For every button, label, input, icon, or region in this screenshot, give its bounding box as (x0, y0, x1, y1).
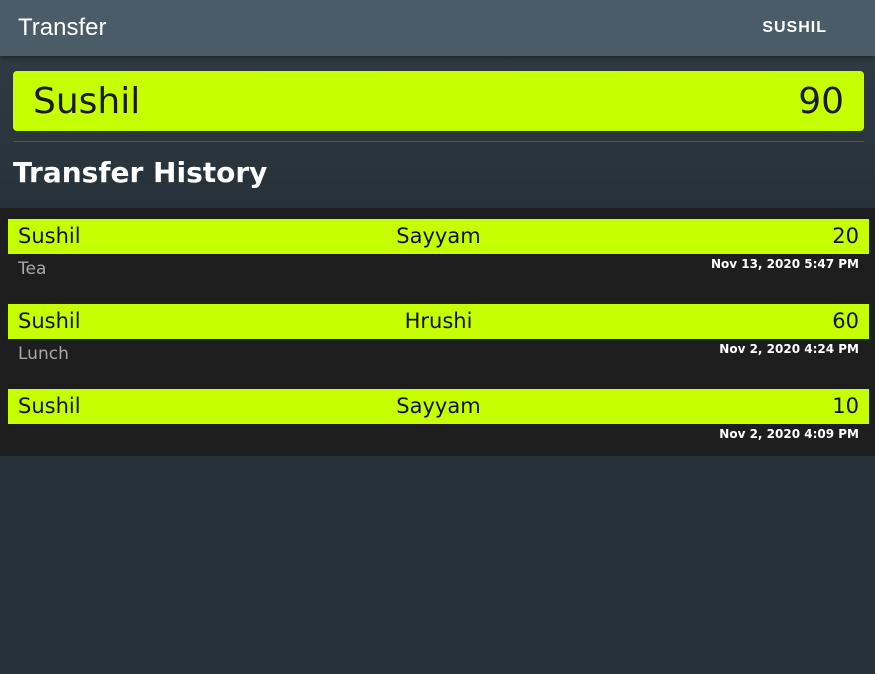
user-menu-button[interactable]: SUSHIL (762, 19, 827, 37)
transfer-to: Hrushi (404, 309, 473, 333)
transfer-bar: Sushil Hrushi 60 (8, 304, 869, 339)
balance-card: Sushil 90 (13, 71, 864, 131)
divider (13, 141, 864, 142)
app-bar: Transfer SUSHIL (0, 0, 875, 56)
transfer-note: Tea (18, 259, 47, 279)
header-section: Sushil 90 Transfer History (0, 56, 875, 208)
transfer-amount: 10 (832, 394, 859, 418)
transfer-note: Lunch (18, 344, 69, 364)
transfer-amount: 20 (832, 224, 859, 248)
transfer-bar: Sushil Sayyam 20 (8, 219, 869, 254)
transfer-to: Sayyam (396, 224, 481, 248)
balance-amount: 90 (798, 80, 844, 122)
transfer-history-list: Sushil Sayyam 20 Tea Nov 13, 2020 5:47 P… (0, 208, 875, 456)
transfer-history-title: Transfer History (13, 156, 268, 189)
list-item[interactable]: Sushil Sayyam 20 Tea Nov 13, 2020 5:47 P… (8, 219, 869, 294)
list-item[interactable]: Sushil Sayyam 10 Nov 2, 2020 4:09 PM (8, 389, 869, 464)
list-item[interactable]: Sushil Hrushi 60 Lunch Nov 2, 2020 4:24 … (8, 304, 869, 379)
transfer-date: Nov 2, 2020 4:09 PM (719, 427, 859, 441)
transfer-date: Nov 2, 2020 4:24 PM (719, 342, 859, 356)
balance-user-name: Sushil (33, 80, 141, 122)
app-title: Transfer (18, 14, 107, 41)
transfer-amount: 60 (832, 309, 859, 333)
transfer-date: Nov 13, 2020 5:47 PM (710, 257, 859, 271)
transfer-to: Sayyam (396, 394, 481, 418)
transfer-bar: Sushil Sayyam 10 (8, 389, 869, 424)
